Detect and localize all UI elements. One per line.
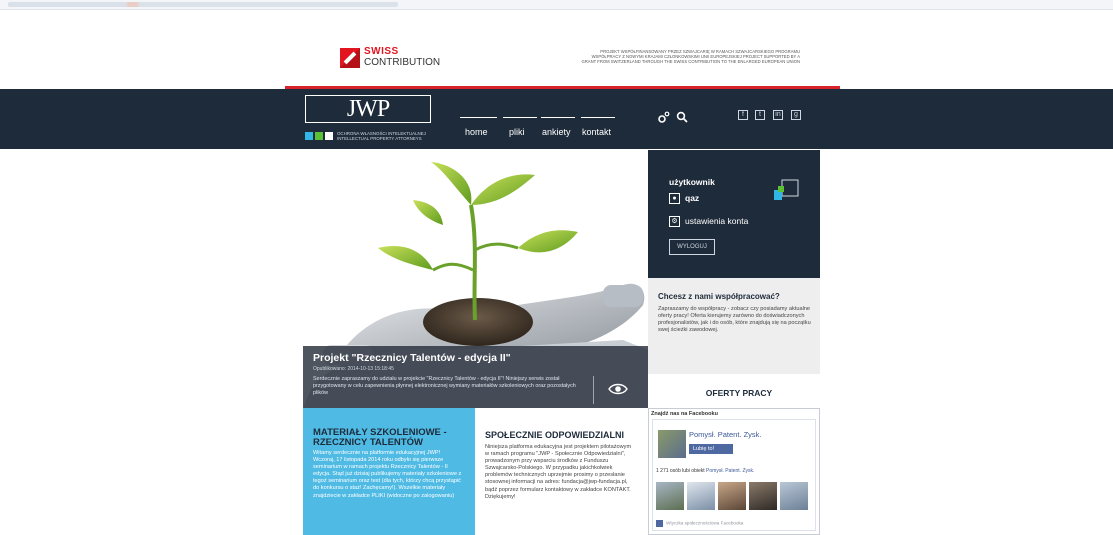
fan-avatar[interactable] (749, 482, 777, 510)
user-panel: użytkownik ● qaz ⚙ ustawienia konta WYLOGU… (648, 150, 820, 278)
facebook-page-box: Pomysł. Patent. Zysk. Lubię to! 1 271 os… (652, 419, 816, 531)
facebook-plugin-note: Wtyczka społecznościowa Facebooka (656, 520, 743, 527)
social-responsibility-title: SPOŁECZNIE ODPOWIEDZIALNI (485, 430, 625, 440)
nav-kontakt[interactable]: kontakt (582, 127, 611, 137)
eye-icon[interactable] (608, 382, 628, 400)
nav-line-ankiety (541, 117, 575, 118)
cooperation-title: Chcesz z nami współpracować? (658, 292, 780, 301)
facebook-page-name[interactable]: Pomysł. Patent. Zysk. (689, 430, 762, 439)
corner-logo-icon (774, 178, 800, 209)
cooperation-box: Chcesz z nami współpracować? Zapraszamy … (648, 278, 820, 374)
user-icon: ● (669, 193, 680, 205)
twitter-icon[interactable]: t (755, 110, 765, 120)
username-row[interactable]: ● qaz (669, 193, 700, 205)
nav-ankiety[interactable]: ankiety (542, 127, 571, 137)
job-offers-label[interactable]: OFERTY PRACY (648, 388, 830, 398)
nav-line-home (460, 117, 497, 118)
hero-caption[interactable]: Projekt "Rzecznicy Talentów - edycja II"… (303, 346, 648, 408)
username: qaz (685, 193, 700, 203)
main-navbar: JWP OCHRONA WŁASNOŚCI INTELEKTUALNEJ INT… (0, 89, 1113, 149)
job-offers[interactable]: OFERTY PRACY (648, 374, 820, 408)
user-panel-title: użytkownik (669, 177, 715, 187)
social-responsibility-section: SPOŁECZNIE ODPOWIEDZIALNI Niniejsza plat… (475, 408, 648, 535)
facebook-like-count: 1 271 osób lubi obiekt Pomysł. Patent. Z… (656, 468, 754, 474)
facebook-widget: Znajdź nas na Facebooku Pomysł. Patent. … (648, 408, 820, 535)
logo-text: JWP (346, 96, 390, 122)
logo-subtitle-en: INTELLECTUAL PROPERTY ATTORNEYS (337, 136, 422, 141)
fan-avatar[interactable] (780, 482, 808, 510)
facebook-page-avatar[interactable] (658, 430, 686, 458)
project-funding-note: PROJEKT WSPÓŁFINANSOWANY PRZEZ SZWAJCARI… (581, 49, 800, 64)
logout-button[interactable]: WYLOGUJ (669, 239, 715, 255)
hero-date: Opublikowano: 2014-10-13 15:18:45 (313, 366, 394, 372)
search-icon[interactable] (676, 111, 688, 126)
fan-avatar[interactable] (718, 482, 746, 510)
logo-square-white (325, 132, 333, 140)
jwp-logo[interactable]: JWP (305, 95, 431, 123)
nav-pliki[interactable]: pliki (509, 127, 525, 137)
browser-address-bar (0, 0, 1113, 10)
fan-avatar[interactable] (656, 482, 684, 510)
sponsor-band: SWISS CONTRIBUTION PROJEKT WSPÓŁFINANSOW… (285, 40, 840, 89)
settings-icon[interactable] (657, 111, 670, 127)
nav-line-pliki (503, 117, 537, 118)
cooperation-text: Zapraszamy do współpracy - zobacz czy po… (658, 306, 811, 333)
hero-separator (593, 376, 594, 404)
logo-square-green (315, 132, 323, 140)
hero-description: Serdecznie zapraszamy do udziału w proje… (313, 376, 576, 396)
social-responsibility-text: Niniejsza platforma edukacyjna jest proj… (485, 444, 632, 500)
google-plus-icon[interactable]: g (791, 110, 801, 120)
linkedin-icon[interactable]: in (773, 110, 783, 120)
swiss-flag-icon (340, 48, 360, 68)
training-materials-text: Witamy serdecznie na platformie edukacyj… (313, 450, 462, 499)
like-count-text: 1 271 osób lubi obiekt (656, 468, 705, 474)
nav-home[interactable]: home (465, 127, 488, 137)
gear-icon: ⚙ (669, 216, 680, 228)
facebook-like-button[interactable]: Lubię to! (689, 444, 733, 454)
swiss-contribution-label: CONTRIBUTION (364, 57, 441, 68)
facebook-plugin-text: Wtyczka społecznościowa Facebooka (666, 520, 744, 526)
swiss-word: SWISS (364, 46, 399, 57)
logo-subtitle: OCHRONA WŁASNOŚCI INTELEKTUALNEJ INTELLE… (337, 131, 437, 141)
hero-title[interactable]: Projekt "Rzecznicy Talentów - edycja II" (313, 352, 511, 364)
like-count-link[interactable]: Pomysł. Patent. Zysk. (706, 468, 754, 474)
nav-line-kontakt (581, 117, 615, 118)
facebook-widget-header: Znajdź nas na Facebooku (651, 411, 718, 417)
account-settings-label: ustawienia konta (685, 216, 749, 226)
fan-avatar[interactable] (687, 482, 715, 510)
account-settings-link[interactable]: ⚙ ustawienia konta (669, 216, 749, 228)
address-text-faint (8, 2, 398, 7)
training-materials-section: MATERIAŁY SZKOLENIOWE - RZECZNICY TALENT… (303, 408, 475, 535)
logo-square-cyan (305, 132, 313, 140)
facebook-icon[interactable]: f (738, 110, 748, 120)
facebook-small-icon (656, 520, 663, 527)
training-materials-title[interactable]: MATERIAŁY SZKOLENIOWE - RZECZNICY TALENT… (313, 428, 473, 448)
